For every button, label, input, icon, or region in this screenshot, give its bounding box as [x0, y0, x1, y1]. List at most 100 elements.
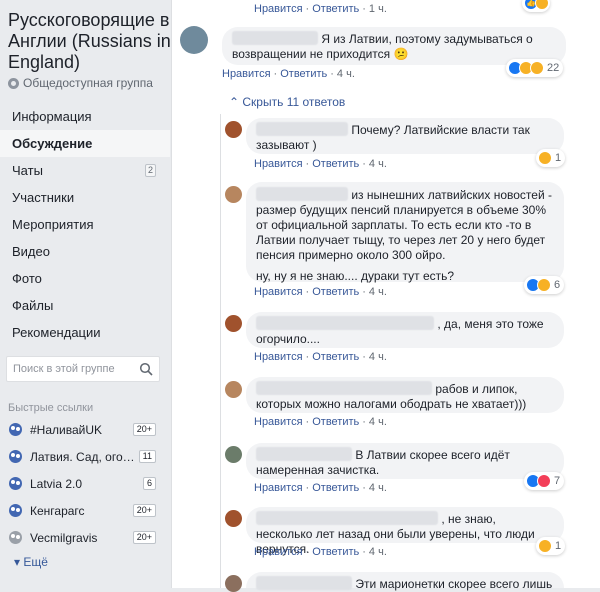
comment-bubble: , да, меня это тоже огорчило....	[246, 312, 564, 348]
reply-button[interactable]: Ответить	[312, 546, 359, 558]
reactions-summary[interactable]: 6	[524, 276, 565, 294]
separator: ·	[305, 158, 310, 170]
quick-link-item[interactable]: Латвия. Сад, огоро... 11	[0, 444, 170, 470]
like-button[interactable]: Нравится	[254, 416, 303, 428]
comment-time[interactable]: 4 ч.	[369, 286, 387, 298]
quick-link-label: Кенгарагс	[30, 504, 85, 518]
comment-actions: Нравится · Ответить · 4 ч.	[222, 68, 355, 80]
reply-button[interactable]: Ответить	[312, 3, 359, 15]
group-icon	[9, 504, 22, 517]
reactions-summary[interactable]: 1	[536, 537, 566, 555]
commenter-name[interactable]	[256, 447, 352, 461]
comment-text: Эти марионетки скорее всего лишь	[355, 577, 553, 591]
separator: ·	[305, 546, 310, 558]
comment-actions: Нравится · Ответить · 4 ч.	[254, 482, 387, 494]
comment-time[interactable]: 4 ч.	[369, 351, 387, 363]
comment-time[interactable]: 1 ч.	[369, 3, 387, 15]
nav-item-label: Фото	[12, 271, 42, 286]
separator: ·	[330, 68, 334, 80]
commenter-name[interactable]	[256, 316, 434, 330]
comment-time[interactable]: 4 ч.	[369, 158, 387, 170]
comment-time[interactable]: 4 ч.	[369, 416, 387, 428]
comment-time[interactable]: 4 ч.	[337, 68, 355, 80]
quick-link-badge: 6	[142, 477, 156, 490]
commenter-name[interactable]	[232, 31, 318, 45]
reply-button[interactable]: Ответить	[280, 68, 327, 80]
comment-bubble: В Латвии скорее всего идёт намеренная за…	[246, 443, 564, 479]
quick-link-item[interactable]: Latvia 2.0 6	[0, 471, 170, 497]
reply-button[interactable]: Ответить	[312, 158, 359, 170]
commenter-name[interactable]	[256, 187, 348, 201]
separator: ·	[362, 3, 366, 15]
nav-item-label: Информация	[12, 109, 92, 124]
nav-item-videos[interactable]: Видео	[0, 238, 170, 265]
reactions-summary[interactable]: 7	[524, 472, 565, 490]
nav-item-events[interactable]: Мероприятия	[0, 211, 170, 238]
avatar[interactable]	[225, 315, 242, 332]
reactions-summary[interactable]: 1	[536, 149, 566, 167]
like-button[interactable]: Нравится	[254, 158, 303, 170]
commenter-name[interactable]	[256, 122, 348, 136]
separator: ·	[305, 3, 310, 15]
commenter-name[interactable]	[256, 381, 432, 395]
group-title[interactable]: Русскоговорящие в Англии (Russians in En…	[8, 10, 172, 73]
like-button[interactable]: Нравится	[254, 286, 303, 298]
nav-item-members[interactable]: Участники	[0, 184, 170, 211]
separator: ·	[305, 482, 310, 494]
like-button[interactable]: Нравится	[254, 482, 303, 494]
comment-time[interactable]: 4 ч.	[369, 482, 387, 494]
comment-time[interactable]: 4 ч.	[369, 546, 387, 558]
chevron-up-icon: ⌃	[229, 95, 243, 109]
reply-button[interactable]: Ответить	[312, 286, 359, 298]
nav-item-info[interactable]: Информация	[0, 103, 170, 130]
avatar[interactable]	[225, 446, 242, 463]
search-icon[interactable]	[139, 362, 153, 376]
quick-link-label: #НаливайUK	[30, 423, 103, 437]
avatar[interactable]	[225, 510, 242, 527]
like-button[interactable]: Нравится	[254, 3, 303, 15]
reactions-count: 1	[555, 540, 562, 552]
nav-item-discussion[interactable]: Обсуждение	[0, 130, 170, 157]
reactions-count: 22	[547, 62, 560, 74]
avatar[interactable]	[225, 121, 242, 138]
avatar[interactable]	[225, 575, 242, 592]
quick-link-badge: 20+	[132, 504, 156, 517]
nav-item-files[interactable]: Файлы	[0, 292, 170, 319]
haha-reaction-icon	[538, 151, 552, 165]
reactions-summary[interactable]: 👍	[522, 0, 550, 12]
quick-link-label: Latvia 2.0	[30, 477, 83, 491]
haha-reaction-icon	[538, 539, 552, 553]
search-input[interactable]	[7, 357, 135, 381]
hide-replies-link[interactable]: ⌃ Скрыть 11 ответов	[229, 95, 345, 109]
avatar[interactable]	[180, 26, 208, 54]
comment-bubble: из нынешних латвийских новостей - размер…	[246, 182, 564, 283]
reply-button[interactable]: Ответить	[312, 482, 359, 494]
separator: ·	[362, 482, 366, 494]
comment-actions: Нравится · Ответить · 4 ч.	[254, 158, 387, 170]
like-button[interactable]: Нравится	[254, 546, 303, 558]
nav-item-chats[interactable]: Чаты 2	[0, 157, 170, 184]
quick-link-item[interactable]: Кенгарагс 20+	[0, 498, 170, 524]
reply-button[interactable]: Ответить	[312, 351, 359, 363]
like-button[interactable]: Нравится	[254, 351, 303, 363]
wow-reaction-icon	[537, 278, 551, 292]
like-button[interactable]: Нравится	[222, 68, 271, 80]
avatar[interactable]	[225, 381, 242, 398]
quick-link-item[interactable]: Vecmilgravis 20+	[0, 525, 170, 551]
commenter-name[interactable]	[256, 511, 438, 525]
nav-item-photos[interactable]: Фото	[0, 265, 170, 292]
reactions-count: 7	[554, 475, 561, 487]
quick-link-item[interactable]: #НаливайUK 20+	[0, 417, 170, 443]
avatar[interactable]	[225, 186, 242, 203]
comment-actions: Нравится · Ответить · 4 ч.	[254, 286, 387, 298]
separator: ·	[305, 286, 310, 298]
haha-reaction-icon	[535, 0, 549, 10]
chevron-down-icon: ▾	[14, 555, 24, 569]
reactions-count: 6	[554, 279, 561, 291]
nav-item-label: Участники	[12, 190, 75, 205]
reply-button[interactable]: Ответить	[312, 416, 359, 428]
more-quick-links-link[interactable]: ▾ Ещё	[14, 555, 48, 569]
reactions-summary[interactable]: 22	[506, 59, 564, 77]
nav-item-label: Обсуждение	[12, 136, 93, 151]
nav-item-recommendations[interactable]: Рекомендации	[0, 319, 170, 346]
